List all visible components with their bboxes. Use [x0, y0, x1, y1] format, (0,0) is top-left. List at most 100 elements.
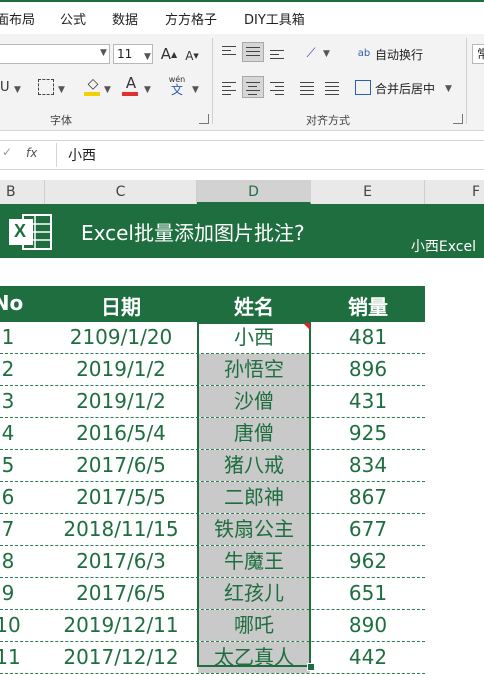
cell-date[interactable]: 2017/6/5 [45, 578, 197, 609]
formula-input[interactable]: 小西 [68, 145, 96, 165]
tab-formulas[interactable]: 公式 [60, 9, 86, 28]
increase-indent-icon[interactable] [325, 82, 339, 98]
cell-sales[interactable]: 677 [311, 514, 425, 545]
decrease-indent-icon[interactable] [300, 82, 314, 98]
cell-date[interactable]: 2016/5/4 [45, 418, 197, 449]
header-name[interactable]: 姓名 [197, 291, 311, 320]
cell-date[interactable]: 2019/1/2 [45, 354, 197, 385]
font-color-icon[interactable]: A [122, 74, 140, 92]
cell-no[interactable]: 10 [0, 610, 28, 641]
chevron-down-icon[interactable]: ▼ [144, 85, 151, 95]
cell-no[interactable]: 6 [0, 482, 28, 513]
cell-date[interactable]: 2109/1/20 [45, 322, 197, 353]
wrap-text-button[interactable]: 自动换行 [375, 46, 423, 63]
cell-sales[interactable]: 962 [311, 546, 425, 577]
ribbon-tab-bar: 面布局 公式 数据 方方格子 DIY工具箱 [0, 0, 484, 34]
fx-icon[interactable]: fx [26, 146, 37, 160]
font-size-dropdown[interactable]: 11 ▼ [113, 44, 153, 64]
align-center-icon [246, 82, 260, 98]
number-format-value: 常 [477, 47, 484, 61]
underline-icon[interactable]: U [0, 80, 10, 95]
column-header-f[interactable]: F [425, 180, 484, 204]
alignment-group-label: 对齐方式 [306, 114, 350, 127]
chevron-down-icon[interactable]: ▼ [58, 85, 65, 95]
align-middle-icon [246, 47, 260, 59]
align-bottom-icon[interactable] [270, 50, 284, 62]
alignment-dialog-launcher-icon[interactable] [453, 114, 463, 124]
cell-date[interactable]: 2018/11/15 [45, 514, 197, 545]
banner-title: Excel批量添加图片批注? [81, 221, 305, 245]
cell-no[interactable]: 1 [0, 322, 28, 353]
header-sales[interactable]: 销量 [311, 291, 425, 320]
cell-no[interactable]: 11 [0, 642, 28, 673]
cell-no[interactable]: 7 [0, 514, 28, 545]
cell-no[interactable]: 5 [0, 450, 28, 481]
header-no[interactable]: No [0, 291, 28, 315]
orientation-icon[interactable]: ⟋ [300, 44, 322, 62]
cell-no[interactable]: 3 [0, 386, 28, 417]
chevron-down-icon[interactable]: ▼ [14, 85, 21, 95]
cell-sales[interactable]: 890 [311, 610, 425, 641]
tab-page-layout[interactable]: 面布局 [0, 9, 35, 28]
merge-center-icon [355, 80, 371, 95]
border-icon[interactable] [38, 79, 54, 95]
cell-date[interactable]: 2017/6/5 [45, 450, 197, 481]
column-header-c[interactable]: C [45, 180, 197, 204]
grow-font-button[interactable]: A ▲ [158, 44, 180, 64]
cell-no[interactable]: 8 [0, 546, 28, 577]
cell-sales[interactable]: 925 [311, 418, 425, 449]
cell-no[interactable]: 2 [0, 354, 28, 385]
tab-fangfange[interactable]: 方方格子 [165, 9, 217, 28]
font-color-swatch [122, 92, 138, 96]
shrink-font-button[interactable]: A ▼ [182, 46, 202, 66]
tab-data[interactable]: 数据 [112, 9, 138, 28]
chevron-down-icon[interactable]: ▼ [192, 85, 199, 95]
merge-center-button[interactable]: 合并后居中 [375, 80, 435, 97]
font-dialog-launcher-icon[interactable] [199, 114, 209, 124]
cell-no[interactable]: 9 [0, 578, 28, 609]
column-header-d[interactable]: D [197, 180, 311, 204]
cell-sales[interactable]: 896 [311, 354, 425, 385]
cancel-edit-icon[interactable]: ✓ [2, 145, 12, 159]
column-header-b[interactable]: B [0, 180, 45, 204]
column-header-e[interactable]: E [311, 180, 425, 204]
chevron-down-icon[interactable]: ▼ [445, 84, 452, 94]
header-date[interactable]: 日期 [45, 291, 197, 320]
cell-date[interactable]: 2017/5/5 [45, 482, 197, 513]
shrink-font-letter: A [185, 49, 194, 63]
cell-date[interactable]: 2019/1/2 [45, 386, 197, 417]
fill-color-icon[interactable]: ◇ [84, 76, 102, 92]
excel-logo-icon: X [9, 213, 53, 251]
cell-sales[interactable]: 442 [311, 642, 425, 673]
chevron-down-icon: ▼ [100, 48, 107, 58]
selection-range-outline [197, 322, 311, 667]
cell-date[interactable]: 2019/12/11 [45, 610, 197, 641]
cell-date[interactable]: 2017/6/3 [45, 546, 197, 577]
group-divider [466, 38, 467, 124]
title-banner: X Excel批量添加图片批注? 小西Excel [0, 204, 484, 258]
cell-date[interactable]: 2017/12/12 [45, 642, 197, 673]
excel-logo-letter: X [14, 221, 27, 241]
comment-indicator-icon[interactable] [303, 323, 310, 330]
number-format-dropdown[interactable]: 常 [472, 44, 484, 64]
grow-font-letter: A [160, 45, 172, 63]
cell-sales[interactable]: 834 [311, 450, 425, 481]
cell-sales[interactable]: 651 [311, 578, 425, 609]
cell-sales[interactable]: 867 [311, 482, 425, 513]
font-name-dropdown[interactable]: ▼ [0, 44, 110, 64]
cell-sales[interactable]: 431 [311, 386, 425, 417]
table-header-row: No 日期 姓名 销量 [0, 286, 425, 322]
wrap-text-icon: ab [355, 44, 373, 62]
chevron-down-icon[interactable]: ▼ [323, 49, 330, 59]
align-top-icon[interactable] [222, 46, 236, 58]
cell-no[interactable]: 4 [0, 418, 28, 449]
tab-diy-toolbox[interactable]: DIY工具箱 [244, 9, 305, 28]
font-group-label: 字体 [50, 114, 72, 127]
align-left-icon[interactable] [222, 82, 236, 98]
align-right-icon[interactable] [270, 82, 284, 98]
cell-sales[interactable]: 481 [311, 322, 425, 353]
phonetic-guide-icon[interactable]: wén 文 [166, 74, 188, 96]
chevron-down-icon: ▼ [144, 52, 151, 62]
chevron-down-icon[interactable]: ▼ [104, 85, 111, 95]
fill-handle[interactable] [307, 663, 315, 671]
